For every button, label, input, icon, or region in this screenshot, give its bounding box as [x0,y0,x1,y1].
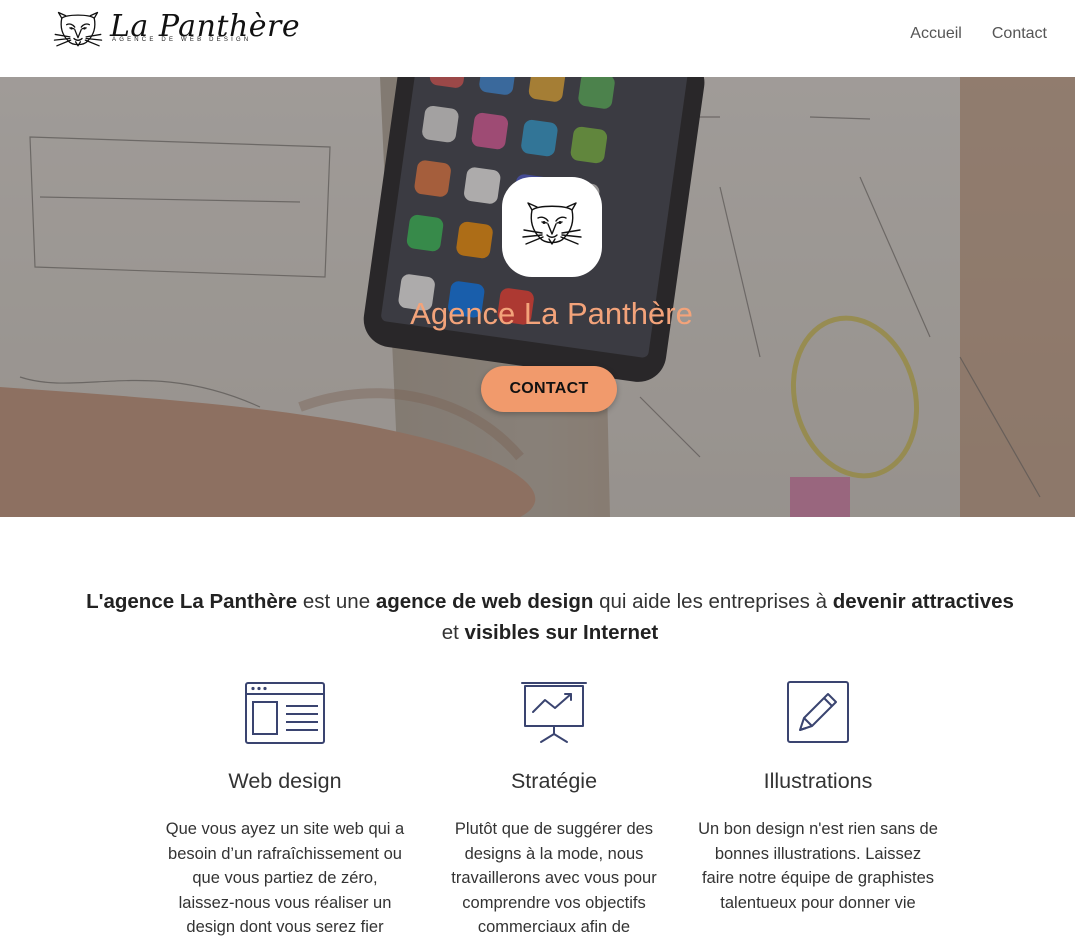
intro-part: agence de web design [375,590,594,613]
hero-logo-badge [502,177,602,277]
intro-part: visibles sur Internet [464,621,659,644]
nav-link-accueil[interactable]: Accueil [910,24,962,44]
web-layout-icon [245,682,325,744]
panther-icon [522,202,582,245]
main-nav: Accueil Contact [910,24,1047,44]
feature-text: Que vous ayez un site web qui a besoin d… [165,820,405,936]
feature-illustrations: Illustrations Un bon design n'est rien s… [698,680,938,912]
feature-text: Plutôt que de suggérer des designs à la … [451,820,657,936]
intro-part: devenir attractives [832,590,1014,613]
intro-part: et [441,621,465,644]
intro-text: L'agence La Panthère est une agence de w… [40,586,1060,648]
contact-button[interactable]: CONTACT [481,366,617,412]
feature-title: Web design [228,769,342,793]
feature-title: Illustrations [763,769,873,793]
logo-text: La Panthère AGENCE DE WEB DESIGN [110,10,300,54]
hero-section: Agence La Panthère CONTACT [0,77,1075,517]
intro-part: est une [297,590,376,613]
feature-strategie: Stratégie Plutôt que de suggérer des des… [440,680,668,936]
pencil-icon [787,681,849,743]
panther-icon [53,11,103,47]
feature-web-design: Web design Que vous ayez un site web qui… [163,680,407,936]
nav-link-contact[interactable]: Contact [992,24,1047,44]
logo-tagline: AGENCE DE WEB DESIGN [112,37,252,43]
feature-text: Un bon design n'est rien sans de bonnes … [698,820,938,912]
feature-title: Stratégie [510,769,598,793]
intro-part: qui aide les entreprises à [593,590,833,613]
site-logo[interactable]: La Panthère AGENCE DE WEB DESIGN [52,10,300,54]
presentation-chart-icon [521,682,587,743]
hero-title: Agence La Panthère [410,296,693,331]
intro-part: L'agence La Panthère [86,590,298,613]
site-header: La Panthère AGENCE DE WEB DESIGN Accueil… [0,0,1075,76]
